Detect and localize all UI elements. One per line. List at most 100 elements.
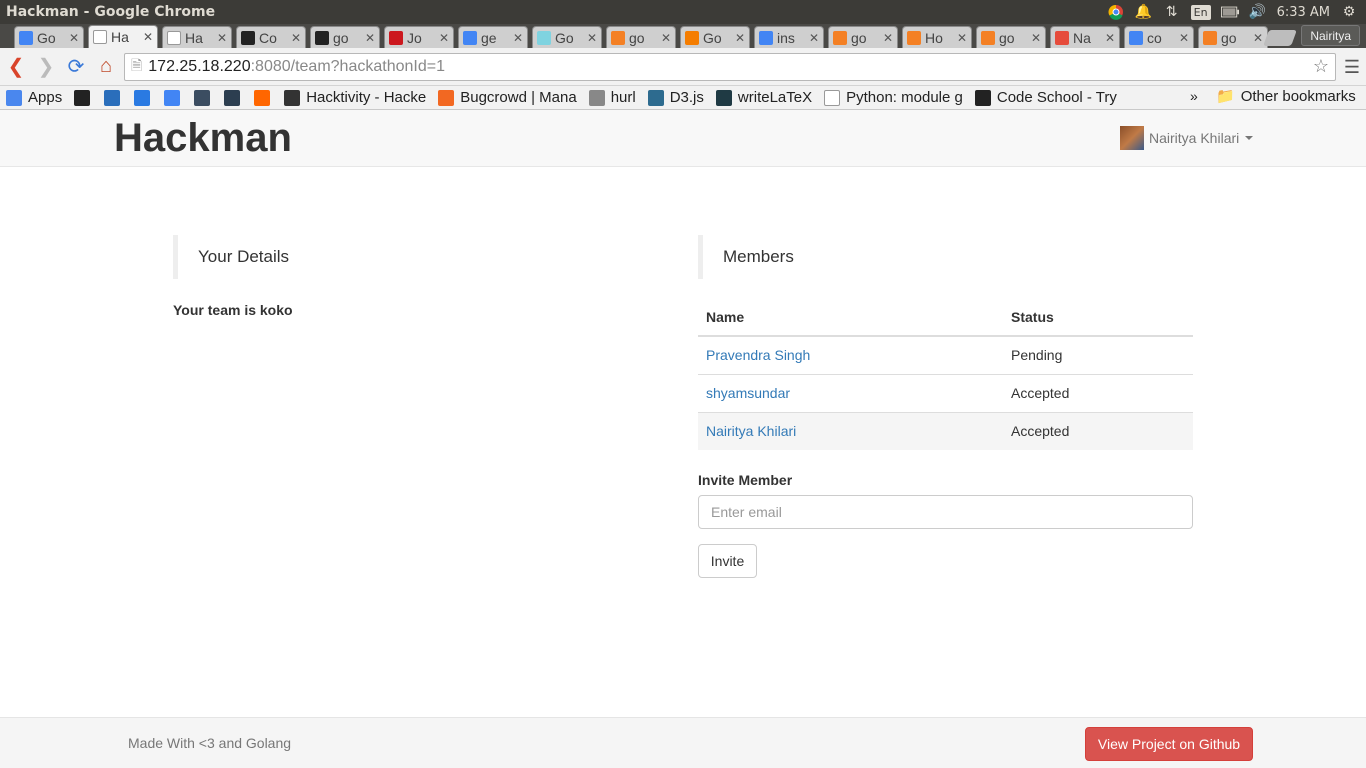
bookmark-item[interactable]: D3.js bbox=[647, 89, 704, 106]
member-name-link[interactable]: shyamsundar bbox=[706, 385, 790, 401]
stackoverflow-icon bbox=[981, 30, 995, 45]
ideone-icon bbox=[194, 89, 211, 106]
bookmark-item[interactable]: hurl bbox=[588, 89, 636, 106]
member-name-link[interactable]: Nairitya Khilari bbox=[706, 423, 796, 439]
browser-tab[interactable]: go ✕ bbox=[828, 26, 898, 48]
chrome-icon[interactable] bbox=[1107, 3, 1125, 21]
close-icon[interactable]: ✕ bbox=[661, 31, 671, 45]
bookmark-item[interactable]: Hacktivity - Hacke bbox=[284, 89, 426, 106]
bookmark-item[interactable]: Apps bbox=[6, 89, 62, 106]
tab-label: go bbox=[333, 29, 349, 46]
close-icon[interactable]: ✕ bbox=[1179, 31, 1189, 45]
close-icon[interactable]: ✕ bbox=[513, 31, 523, 45]
bookmark-item[interactable] bbox=[134, 89, 156, 106]
browser-tab[interactable]: ins ✕ bbox=[754, 26, 824, 48]
bookmark-item[interactable] bbox=[104, 89, 126, 106]
member-name-link[interactable]: Pravendra Singh bbox=[706, 347, 810, 363]
other-bookmarks[interactable]: 📁 Other bookmarks bbox=[1216, 87, 1356, 106]
profile-button[interactable]: Nairitya bbox=[1301, 25, 1360, 46]
close-icon[interactable]: ✕ bbox=[217, 31, 227, 45]
battery-icon[interactable] bbox=[1220, 3, 1239, 21]
details-heading: Your Details bbox=[173, 235, 289, 279]
close-icon[interactable]: ✕ bbox=[69, 31, 79, 45]
close-icon[interactable]: ✕ bbox=[735, 31, 745, 45]
close-icon[interactable]: ✕ bbox=[365, 31, 375, 45]
close-icon[interactable]: ✕ bbox=[957, 31, 967, 45]
browser-tab[interactable]: Go ✕ bbox=[532, 26, 602, 48]
bookmark-item[interactable]: writeLaTeX bbox=[715, 89, 812, 106]
ycombinator-icon bbox=[254, 89, 271, 106]
d3-icon bbox=[647, 89, 664, 106]
view-on-github-button[interactable]: View Project on Github bbox=[1085, 727, 1253, 761]
user-menu[interactable]: Nairitya Khilari bbox=[1120, 126, 1254, 150]
bell-icon[interactable]: 🔔 bbox=[1135, 3, 1153, 21]
tab-label: Na bbox=[1073, 29, 1091, 46]
new-tab-button[interactable] bbox=[1263, 30, 1297, 46]
browser-tab[interactable]: Co ✕ bbox=[236, 26, 306, 48]
invite-button[interactable]: Invite bbox=[698, 544, 757, 578]
members-heading: Members bbox=[698, 235, 794, 279]
browser-tab[interactable]: ge ✕ bbox=[458, 26, 528, 48]
bookmark-item[interactable] bbox=[194, 89, 216, 106]
close-icon[interactable]: ✕ bbox=[143, 30, 153, 44]
browser-tab[interactable]: Ha ✕ bbox=[88, 25, 158, 48]
close-icon[interactable]: ✕ bbox=[291, 31, 301, 45]
browser-tab[interactable]: go ✕ bbox=[606, 26, 676, 48]
bookmark-label: D3.js bbox=[669, 89, 704, 106]
bookmark-item[interactable]: Code School - Try bbox=[974, 89, 1117, 106]
close-icon[interactable]: ✕ bbox=[1105, 31, 1115, 45]
bookmark-star-icon[interactable]: ☆ bbox=[1313, 56, 1329, 77]
browser-tab[interactable]: Go ✕ bbox=[680, 26, 750, 48]
hackerone-icon bbox=[284, 89, 301, 106]
table-row: Nairitya Khilari Accepted bbox=[698, 411, 1193, 450]
close-icon[interactable]: ✕ bbox=[883, 31, 893, 45]
forward-arrow-icon[interactable]: ❯ bbox=[32, 53, 60, 81]
footer-text: Made With <3 and Golang bbox=[128, 735, 292, 751]
browser-tab[interactable]: go ✕ bbox=[310, 26, 380, 48]
back-arrow-icon[interactable]: ❮ bbox=[2, 53, 30, 81]
gear-icon[interactable]: ⚙ bbox=[1340, 3, 1358, 21]
browser-tab[interactable]: Ha ✕ bbox=[162, 26, 232, 48]
bookmark-item[interactable] bbox=[164, 89, 186, 106]
browser-tab[interactable]: co ✕ bbox=[1124, 26, 1194, 48]
brand-logo[interactable]: Hackman bbox=[114, 116, 292, 161]
browser-tab[interactable]: go ✕ bbox=[976, 26, 1046, 48]
google-icon bbox=[1129, 30, 1143, 45]
bookmark-item[interactable] bbox=[224, 89, 246, 106]
clock[interactable]: 6:33 AM bbox=[1277, 5, 1330, 20]
address-bar[interactable]: 🗎 172.25.18.220:8080/team?hackathonId=1 … bbox=[124, 53, 1336, 81]
user-name: Nairitya Khilari bbox=[1149, 130, 1240, 146]
close-icon[interactable]: ✕ bbox=[1031, 31, 1041, 45]
home-icon[interactable]: ⌂ bbox=[92, 53, 120, 81]
bookmark-item[interactable] bbox=[254, 89, 276, 106]
close-icon[interactable]: ✕ bbox=[587, 31, 597, 45]
google-icon bbox=[19, 30, 33, 45]
window-title: Hackman - Google Chrome bbox=[6, 4, 216, 20]
language-indicator[interactable]: En bbox=[1190, 4, 1211, 20]
bookmark-item[interactable] bbox=[74, 89, 96, 106]
bookmark-item[interactable]: Python: module g bbox=[824, 89, 963, 106]
volume-icon[interactable]: 🔊 bbox=[1249, 3, 1267, 21]
close-icon[interactable]: ✕ bbox=[439, 31, 449, 45]
bookmarks-overflow-button[interactable]: » bbox=[1190, 88, 1198, 104]
reload-icon[interactable]: ⟳ bbox=[62, 53, 90, 81]
tab-label: Go bbox=[37, 29, 56, 46]
column-header-status: Status bbox=[1003, 298, 1193, 337]
network-arrows-icon[interactable]: ⇅ bbox=[1163, 3, 1181, 21]
browser-tab[interactable]: Jo ✕ bbox=[384, 26, 454, 48]
close-icon[interactable]: ✕ bbox=[1253, 31, 1263, 45]
browser-tab[interactable]: Ho ✕ bbox=[902, 26, 972, 48]
close-icon[interactable]: ✕ bbox=[809, 31, 819, 45]
html5-icon bbox=[104, 89, 121, 106]
email-field[interactable] bbox=[698, 495, 1193, 529]
google-icon bbox=[164, 89, 181, 106]
hurl-icon bbox=[588, 89, 605, 106]
tab-label: Jo bbox=[407, 29, 422, 46]
browser-tab[interactable]: Na ✕ bbox=[1050, 26, 1120, 48]
browser-tab[interactable]: go ✕ bbox=[1198, 26, 1268, 48]
browser-tab[interactable]: Go ✕ bbox=[14, 26, 84, 48]
gopher-icon bbox=[537, 30, 551, 45]
chrome-menu-icon[interactable]: ☰ bbox=[1344, 57, 1360, 78]
bookmark-item[interactable]: Bugcrowd | Mana bbox=[438, 89, 577, 106]
codeschool-icon bbox=[974, 89, 991, 106]
